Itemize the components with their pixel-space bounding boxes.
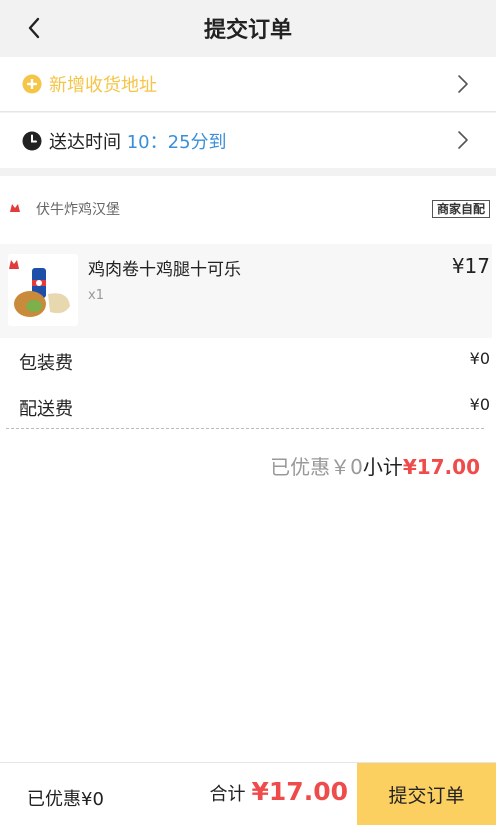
subtotal-amount: ¥17.00 [402,455,480,479]
chevron-left-icon [28,17,40,39]
footer-discount: 已优惠¥0 [27,789,104,810]
total-amount: ¥17.00 [251,777,348,806]
chevron-right-icon [458,75,468,93]
shop-name: 伏牛炸鸡汉堡 [36,202,120,218]
fee-value: ¥0 [469,395,490,414]
order-card: 伏牛炸鸡汉堡 商家自配 鸡肉卷十鸡腿十可乐 x1 ¥17 包装费 ¥0 配送费 … [0,176,496,766]
header: 提交订单 [0,0,496,56]
item-quantity: x1 [88,288,104,303]
fee-value: ¥0 [469,349,490,368]
divider [6,428,484,429]
add-address-row[interactable]: 新增收货地址 [0,57,496,112]
delivery-time-text: 送达时间 10：25分到 [49,128,227,154]
item-flag-icon [9,260,19,269]
delivery-time-row[interactable]: 送达时间 10：25分到 [0,113,496,168]
delivery-time-hour: 10 [126,131,150,153]
plus-circle-icon [21,73,43,95]
back-button[interactable] [18,12,50,44]
subtotal-discount: 已优惠￥0 [270,455,363,479]
item-name: 鸡肉卷十鸡腿十可乐 [88,260,241,280]
order-item: 鸡肉卷十鸡腿十可乐 x1 ¥17 [0,244,492,338]
total-label: 合计 [209,784,246,805]
item-price: ¥17 [451,254,490,278]
delivery-time-separator: ： [149,131,168,153]
chevron-right-icon [458,131,468,149]
delivery-fee-row: 配送费 ¥0 [0,388,496,428]
packaging-fee-row: 包装费 ¥0 [0,342,496,382]
delivery-time-prefix: 送达时间 [49,131,121,153]
page-title: 提交订单 [203,18,292,43]
subtotal-row: 已优惠￥0 小计 ¥17.00 [270,451,480,480]
subtotal-label: 小计 [362,455,403,479]
footer-total: 合计 ¥17.00 [210,777,348,806]
checkout-bar: 已优惠¥0 合计 ¥17.00 提交订单 [0,762,496,825]
delivery-type-badge: 商家自配 [431,200,490,218]
clock-icon [21,130,43,152]
shop-header: 伏牛炸鸡汉堡 商家自配 [0,176,496,240]
fee-label: 配送费 [19,399,73,420]
shop-logo-icon [8,201,22,215]
fee-label: 包装费 [19,353,73,374]
add-address-label: 新增收货地址 [49,75,157,96]
delivery-time-minute: 25分到 [167,131,227,153]
submit-order-button[interactable]: 提交订单 [357,763,496,825]
